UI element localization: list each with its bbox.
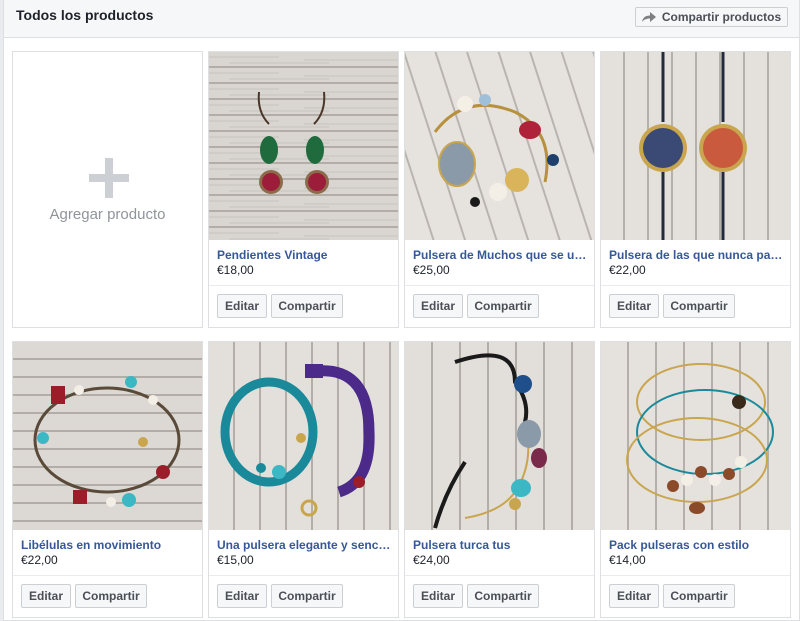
product-card: Pack pulseras con estilo €14,00 Editar C… <box>600 341 791 618</box>
product-price: €18,00 <box>217 263 254 277</box>
product-name[interactable]: Pack pulseras con estilo <box>609 538 783 552</box>
product-price: €15,00 <box>217 553 254 567</box>
product-name[interactable]: Pulsera de las que nunca pasan de moda <box>609 248 783 262</box>
edit-button[interactable]: Editar <box>609 584 659 608</box>
share-button[interactable]: Compartir <box>75 584 147 608</box>
edit-button[interactable]: Editar <box>217 584 267 608</box>
card-divider <box>601 285 790 286</box>
card-divider <box>13 575 202 576</box>
edit-button[interactable]: Editar <box>413 294 463 318</box>
plus-icon <box>89 158 129 198</box>
product-price: €22,00 <box>21 553 58 567</box>
product-price: €25,00 <box>413 263 450 277</box>
product-name[interactable]: Una pulsera elegante y sencilla <box>217 538 391 552</box>
edit-button[interactable]: Editar <box>609 294 659 318</box>
share-arrow-icon <box>641 11 656 22</box>
edit-button[interactable]: Editar <box>413 584 463 608</box>
card-divider <box>601 575 790 576</box>
card-divider <box>405 285 594 286</box>
share-button[interactable]: Compartir <box>663 584 735 608</box>
product-price: €14,00 <box>609 553 646 567</box>
share-products-label: Compartir productos <box>661 10 782 24</box>
product-card: Pulsera de las que nunca pasan de moda €… <box>600 51 791 328</box>
edit-button[interactable]: Editar <box>21 584 71 608</box>
share-button[interactable]: Compartir <box>271 584 343 608</box>
card-divider <box>209 575 398 576</box>
product-image[interactable] <box>209 52 398 240</box>
add-product-card[interactable]: Agregar producto <box>12 51 203 328</box>
share-products-button[interactable]: Compartir productos <box>635 7 788 27</box>
product-card: Pulsera de Muchos que se unen €25,00 Edi… <box>404 51 595 328</box>
share-button[interactable]: Compartir <box>467 584 539 608</box>
add-product-label: Agregar producto <box>49 206 166 223</box>
panel-header: Todos los productos Compartir productos <box>4 0 799 38</box>
product-name[interactable]: Pulsera turca tus <box>413 538 587 552</box>
product-price: €24,00 <box>413 553 450 567</box>
edit-button[interactable]: Editar <box>217 294 267 318</box>
product-image[interactable] <box>601 342 790 530</box>
product-card: Libélulas en movimiento €22,00 Editar Co… <box>12 341 203 618</box>
product-image[interactable] <box>209 342 398 530</box>
product-name[interactable]: Pendientes Vintage <box>217 248 391 262</box>
share-button[interactable]: Compartir <box>467 294 539 318</box>
product-image[interactable] <box>13 342 202 530</box>
product-image[interactable] <box>405 52 594 240</box>
share-button[interactable]: Compartir <box>663 294 735 318</box>
share-button[interactable]: Compartir <box>271 294 343 318</box>
product-card: Una pulsera elegante y sencilla €15,00 E… <box>208 341 399 618</box>
product-price: €22,00 <box>609 263 646 277</box>
card-divider <box>209 285 398 286</box>
product-name[interactable]: Pulsera de Muchos que se unen <box>413 248 587 262</box>
panel-title: Todos los productos <box>16 7 154 23</box>
product-card: Pulsera turca tus €24,00 Editar Comparti… <box>404 341 595 618</box>
product-name[interactable]: Libélulas en movimiento <box>21 538 195 552</box>
product-card: Pendientes Vintage €18,00 Editar Compart… <box>208 51 399 328</box>
product-image[interactable] <box>405 342 594 530</box>
product-image[interactable] <box>601 52 790 240</box>
card-divider <box>405 575 594 576</box>
